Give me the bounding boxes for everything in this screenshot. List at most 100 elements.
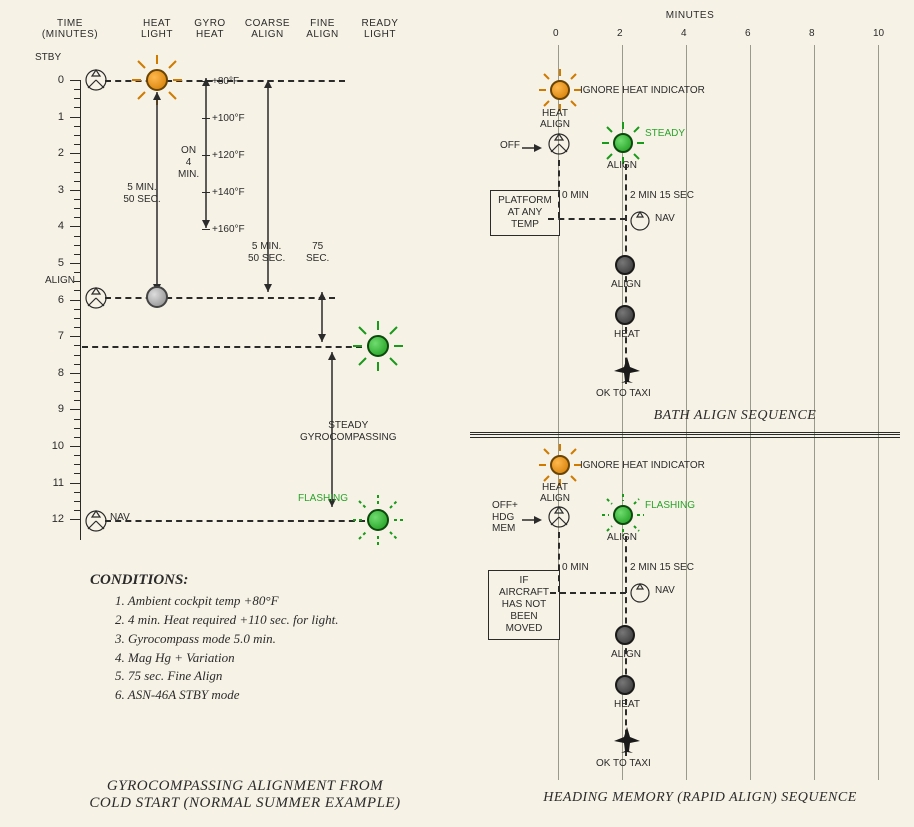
hm-vdash-2 [625, 536, 627, 756]
time-subtick [74, 455, 80, 456]
time-tick-label: 8 [40, 367, 64, 379]
minute-gridline [878, 45, 879, 780]
time-subtick [74, 345, 80, 346]
hm-ignore-label: IGNORE HEAT INDICATOR [580, 460, 705, 471]
flashing-label: FLASHING [298, 493, 348, 504]
fine-duration-label: 75 SEC. [306, 241, 329, 265]
time-tick [70, 153, 80, 154]
hm-nav-knob-icon [627, 580, 653, 606]
hm-knob-icon [545, 503, 573, 531]
time-subtick [74, 254, 80, 255]
time-subtick [74, 236, 80, 237]
time-tick [70, 336, 80, 337]
bath-nav-label: NAV [655, 213, 675, 224]
time-subtick [74, 162, 80, 163]
heat-light-on-icon [146, 69, 168, 91]
hm-offhdg-label: OFF+ HDG MEM [492, 500, 518, 535]
time-subtick [74, 309, 80, 310]
time-subtick [74, 391, 80, 392]
gyro-temp-label: +160°F [212, 224, 245, 235]
gyro-temp-label: +80°F [212, 76, 239, 87]
time-tick-label: 6 [40, 294, 64, 306]
time-subtick [74, 199, 80, 200]
time-subtick [74, 355, 80, 356]
heat-duration-label: 5 MIN. 50 SEC. [122, 182, 162, 206]
hm-align-label2: ALIGN [611, 649, 641, 660]
time-subtick [74, 428, 80, 429]
time-subtick [74, 382, 80, 383]
gyro-temp-tick [202, 81, 210, 82]
time-subtick [74, 327, 80, 328]
conditions-list: 1. Ambient cockpit temp +80°F2. 4 min. H… [115, 592, 339, 705]
gyro-temp-tick [202, 118, 210, 119]
hm-align-light-icon [613, 505, 633, 525]
minute-tick-label: 0 [553, 28, 559, 39]
bath-heat-off-icon [615, 305, 635, 325]
time-subtick [74, 208, 80, 209]
minute-tick-label: 10 [873, 28, 884, 39]
time-tick [70, 483, 80, 484]
dash-nav [105, 520, 365, 522]
minute-tick-label: 4 [681, 28, 687, 39]
time-subtick [74, 144, 80, 145]
dash-ready1 [82, 346, 362, 348]
hm-0min-label: 0 MIN [562, 562, 589, 573]
steady-gc-label: STEADY GYROCOMPASSING [300, 420, 397, 444]
hdr-heat-light: HEAT LIGHT [132, 18, 182, 40]
bath-hdash [548, 218, 626, 220]
time-tick [70, 373, 80, 374]
hm-align-label: ALIGN [607, 532, 637, 543]
hdr-coarse: COARSE ALIGN [240, 18, 295, 40]
align-label: ALIGN [45, 275, 75, 286]
bath-0min-label: 0 MIN [562, 190, 589, 201]
hm-2min15-label: 2 MIN 15 SEC [630, 562, 694, 573]
hm-flashing-label: FLASHING [645, 500, 695, 511]
minute-tick-label: 6 [745, 28, 751, 39]
bath-knob-icon [545, 130, 573, 158]
gyro-temp-label: +120°F [212, 150, 245, 161]
time-tick [70, 300, 80, 301]
hdr-time: TIME (MINUTES) [40, 18, 100, 40]
condition-item: 2. 4 min. Heat required +110 sec. for li… [115, 611, 339, 630]
bath-nav-knob-icon [627, 208, 653, 234]
condition-item: 5. 75 sec. Fine Align [115, 667, 339, 686]
time-subtick [74, 135, 80, 136]
time-tick [70, 409, 80, 410]
hm-title: HEADING MEMORY (RAPID ALIGN) SEQUENCE [490, 790, 910, 806]
time-tick [70, 519, 80, 520]
time-subtick [74, 172, 80, 173]
hm-hdash [550, 592, 626, 594]
time-subtick [74, 126, 80, 127]
time-subtick [74, 89, 80, 90]
time-subtick [74, 419, 80, 420]
condition-item: 3. Gyrocompass mode 5.0 min. [115, 630, 339, 649]
left-title: GYROCOMPASSING ALIGNMENT FROM COLD START… [60, 778, 430, 812]
time-subtick [74, 400, 80, 401]
time-tick-label: 11 [40, 477, 64, 489]
hdr-gyro-heat: GYRO HEAT [185, 18, 235, 40]
time-subtick [74, 510, 80, 511]
time-tick-label: 2 [40, 147, 64, 159]
bath-align-light-icon [613, 133, 633, 153]
time-subtick [74, 437, 80, 438]
time-tick-label: 5 [40, 257, 64, 269]
aircraft-icon-2 [612, 725, 642, 755]
hm-heat-label: HEAT [614, 699, 640, 710]
time-tick-label: 4 [40, 220, 64, 232]
bath-2min15-label: 2 MIN 15 SEC [630, 190, 694, 201]
hm-heat-off-icon [615, 675, 635, 695]
dash-align [105, 297, 335, 299]
knob-icon-nav [82, 507, 110, 535]
time-subtick [74, 318, 80, 319]
time-subtick [74, 473, 80, 474]
time-tick-label: 3 [40, 184, 64, 196]
time-tick [70, 263, 80, 264]
time-tick-label: 7 [40, 330, 64, 342]
bath-ignore-label: IGNORE HEAT INDICATOR [580, 85, 705, 96]
time-tick-label: 1 [40, 111, 64, 123]
time-subtick [74, 272, 80, 273]
aircraft-icon [612, 355, 642, 385]
coarse-arrow [258, 80, 278, 302]
bath-heat-label: HEAT [614, 329, 640, 340]
bath-vdash-1 [558, 160, 560, 218]
